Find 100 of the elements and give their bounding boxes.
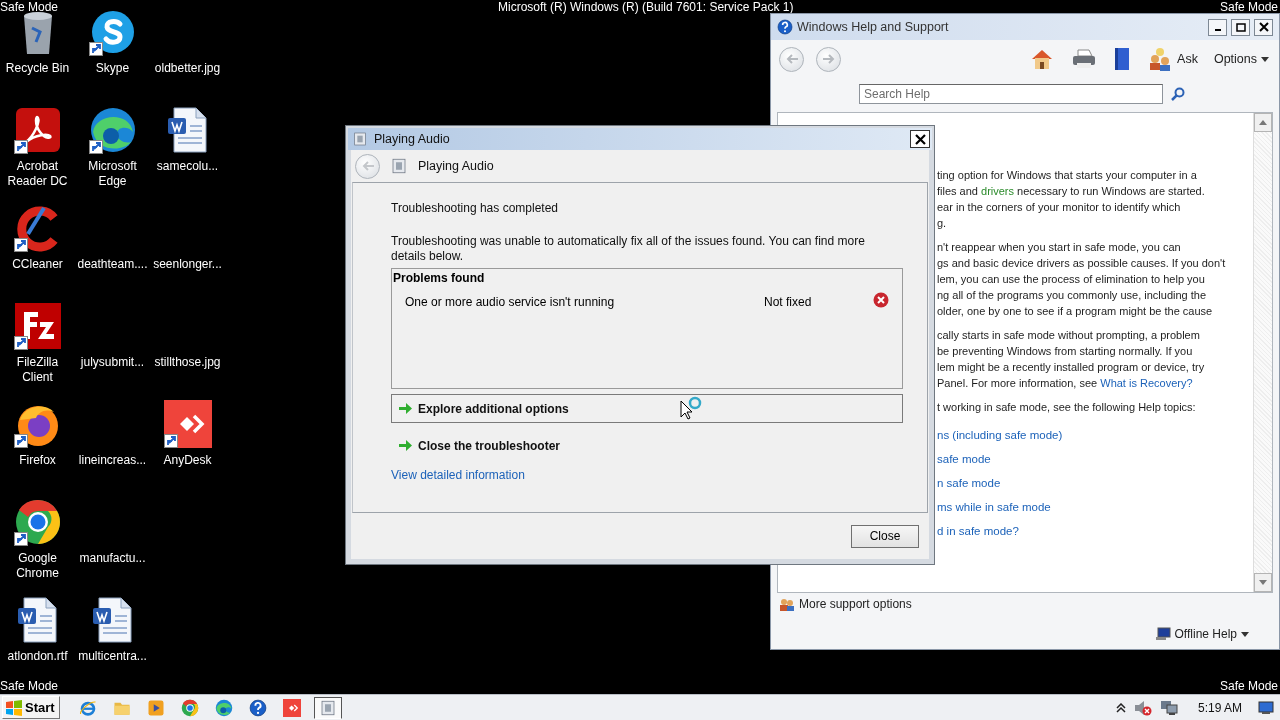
clock[interactable]: 5:19 AM <box>1197 700 1242 715</box>
scrollbar[interactable] <box>1253 113 1272 592</box>
safe-mode-label: Safe Mode <box>0 0 59 14</box>
offline-help-button[interactable]: Offline Help <box>1154 627 1249 641</box>
close-icon <box>1258 22 1269 32</box>
help-text: t working in safe mode, see the following Help topics: <box>937 401 1196 413</box>
desktop-icon-label[interactable]: seenlonger... <box>150 257 225 272</box>
window-title: Windows Help and Support <box>797 20 950 34</box>
busy-cursor-icon <box>680 396 702 420</box>
media-player-icon <box>146 698 165 717</box>
chrome-icon <box>13 498 62 546</box>
problems-heading: Problems found <box>393 271 486 285</box>
shortcut-arrow-icon <box>88 42 103 56</box>
help-text: n't reappear when you start in safe mode, you can <box>937 241 1181 253</box>
status-heading: Troubleshooting has completed <box>391 201 559 215</box>
options-button[interactable]: Options <box>1211 52 1271 66</box>
troubleshooter-icon <box>352 131 368 147</box>
windows-flag-icon <box>5 699 23 716</box>
shortcut-arrow-icon <box>13 140 28 154</box>
safe-mode-label: Safe Mode <box>1219 0 1278 14</box>
shortcut-arrow-icon <box>13 336 28 350</box>
back-arrow-icon <box>784 53 799 65</box>
help-topic-link[interactable]: safe mode <box>937 447 1253 471</box>
shortcut-arrow-icon <box>163 434 178 448</box>
chevron-up-icon[interactable] <box>1115 702 1126 713</box>
help-text: ng all of the programs you commonly use, including the <box>937 289 1207 301</box>
problem-status: Not fixed <box>764 294 813 309</box>
help-topic-link[interactable]: d in safe mode? <box>937 519 1253 543</box>
desktop-icon-label[interactable]: oldbetter.jpg <box>150 61 225 76</box>
desktop-icon-label[interactable]: Acrobat Reader DC <box>0 159 75 189</box>
desktop-icon-label[interactable]: julysubmit... <box>75 355 150 370</box>
message-text: Troubleshooting was unable to automatically fix all of the issues found. You can find more details below. <box>391 234 866 264</box>
desktop-icon-label[interactable]: FileZilla Client <box>0 355 75 385</box>
help-icon <box>248 698 267 717</box>
glossary-link[interactable]: drivers <box>981 185 1015 197</box>
error-icon <box>873 292 889 308</box>
minimize-button[interactable] <box>1208 18 1227 36</box>
help-text: gs and basic device drivers as possible causes. If you don't <box>937 257 1226 269</box>
build-label: Microsoft (R) Windows (R) (Build 7601: Service Pack 1) <box>498 0 794 14</box>
desktop-icon-label[interactable]: samecolu... <box>150 159 225 174</box>
option-button[interactable]: Close the troubleshooter <box>391 431 903 460</box>
edge-icon <box>214 698 233 717</box>
desktop-icon-label[interactable]: CCleaner <box>0 257 75 272</box>
edge-icon <box>88 106 137 154</box>
anydesk-icon <box>163 400 212 448</box>
details-link[interactable]: View detailed information <box>391 468 525 482</box>
help-text: ting option for Windows that starts your computer in a <box>937 169 1197 181</box>
caret-icon <box>1241 631 1249 637</box>
help-topic-link[interactable]: ns (including safe mode) <box>937 423 1253 447</box>
troubleshooter-icon <box>318 698 337 717</box>
computer-icon <box>1154 627 1171 641</box>
search-icon[interactable] <box>1171 87 1185 101</box>
internet-explorer-icon <box>78 698 97 717</box>
ask-button[interactable]: Ask <box>1145 47 1200 71</box>
caret-icon <box>1261 56 1269 62</box>
shortcut-arrow-icon <box>13 238 28 252</box>
desktop-icon-label[interactable]: AnyDesk <box>150 453 225 468</box>
desktop-icon-label[interactable]: lineincreas... <box>75 453 150 468</box>
help-icon <box>777 19 793 35</box>
filezilla-icon <box>13 302 62 350</box>
close-button[interactable] <box>910 130 930 148</box>
arrow-icon <box>398 439 412 452</box>
network-icon[interactable] <box>1159 699 1178 716</box>
help-link[interactable]: What is Recovery? <box>1100 377 1193 389</box>
shortcut-arrow-icon <box>13 532 28 546</box>
speaker-muted-icon[interactable] <box>1133 699 1152 716</box>
desktop-icon-label[interactable]: multicentra... <box>75 649 150 664</box>
help-text: ear in the corners of your monitor to identify which <box>937 201 1181 213</box>
desktop-icon-label[interactable]: Google Chrome <box>0 551 75 581</box>
taskbar-button[interactable] <box>313 696 342 719</box>
close-dialog-button[interactable]: Close <box>851 524 919 548</box>
scroll-down-icon[interactable] <box>1259 580 1267 585</box>
start-button[interactable]: Start <box>2 696 60 719</box>
maximize-button[interactable] <box>1231 18 1250 36</box>
help-text: Panel. For more information, see <box>937 377 1099 389</box>
show-desktop-icon[interactable] <box>1258 700 1274 715</box>
dialog-heading: Playing Audio <box>418 159 494 173</box>
desktop-icon-label[interactable]: manufactu... <box>75 551 150 566</box>
help-text: be preventing Windows from starting normally. If you <box>937 345 1193 357</box>
shortcut-arrow-icon <box>13 434 28 448</box>
anydesk-icon <box>282 698 301 717</box>
desktop-icon-label[interactable]: deathteam.... <box>75 257 150 272</box>
close-button[interactable] <box>1254 18 1273 36</box>
desktop-icon-label[interactable]: atlondon.rtf <box>0 649 75 664</box>
desktop-icon-label[interactable]: Microsoft Edge <box>75 159 150 189</box>
back-arrow-icon <box>360 160 375 172</box>
desktop-icon-label[interactable]: Firefox <box>0 453 75 468</box>
help-text: cally starts in safe mode without prompting, a problem <box>937 329 1200 341</box>
search-field[interactable]: Search Help <box>859 84 1163 104</box>
forward-arrow-icon <box>821 53 836 65</box>
help-topic-link[interactable]: n safe mode <box>937 471 1253 495</box>
more-support-button[interactable]: More support options <box>779 597 912 611</box>
desktop-icon-label[interactable]: stillthose.jpg <box>150 355 225 370</box>
desktop-icon-label[interactable]: Skype <box>75 61 150 76</box>
desktop-icon-label[interactable]: Recycle Bin <box>0 61 75 76</box>
help-topic-link[interactable]: ms while in safe mode <box>937 495 1253 519</box>
option-button[interactable]: Explore additional options <box>391 394 903 423</box>
shortcut-arrow-icon <box>88 140 103 154</box>
troubleshooter-icon <box>390 157 408 175</box>
scroll-up-icon[interactable] <box>1259 120 1267 125</box>
